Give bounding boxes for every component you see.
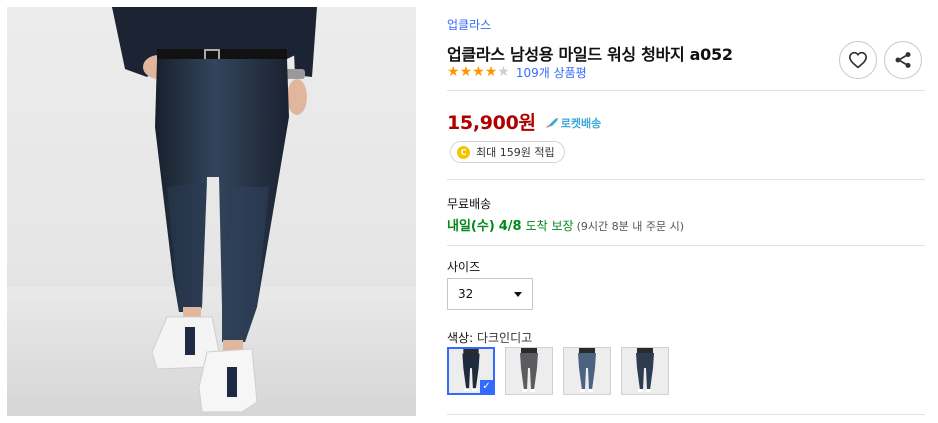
rating-stars: ★ ★ ★ ★ ★ (447, 65, 510, 79)
price-row: 15,900원 로켓배송 (447, 108, 601, 135)
star-icon: ★ (472, 64, 485, 80)
divider (447, 414, 925, 415)
delivery-day: 내일(수) (447, 219, 495, 234)
delivery-date: 4/8 (498, 219, 522, 234)
color-swatch[interactable]: ✓ (447, 347, 495, 395)
heart-icon (848, 51, 868, 69)
rocket-delivery-badge: 로켓배송 (545, 115, 601, 131)
star-icon: ★ (459, 64, 473, 80)
color-value: 다크인디고 (476, 331, 533, 345)
delivery-guarantee: 도착 보장 (525, 219, 574, 233)
size-select[interactable]: 32 (447, 278, 533, 310)
color-swatch[interactable] (563, 347, 611, 395)
color-swatch[interactable] (621, 347, 669, 395)
swatch-thumbnail (564, 348, 610, 394)
color-swatch[interactable] (505, 347, 553, 395)
check-icon: ✓ (480, 380, 493, 393)
review-count-link[interactable]: 109개 상품평 (516, 64, 587, 81)
rocket-icon (545, 118, 558, 128)
coin-icon: C (457, 145, 470, 159)
product-main-image[interactable] (7, 7, 416, 416)
color-label: 색상: 다크인디고 (447, 329, 532, 346)
divider (447, 179, 925, 180)
rocket-label: 로켓배송 (560, 117, 602, 130)
share-button[interactable] (884, 41, 922, 79)
product-info-panel: 업클라스 업클라스 남성용 마일드 워싱 청바지 a052 ★ ★ ★ ★ ★ 109개… (447, 0, 927, 423)
delivery-estimate: 내일(수) 4/8 도착 보장 (9시간 8분 내 주문 시) (447, 215, 684, 234)
star-icon: ★ (484, 64, 498, 80)
delivery-condition: (9시간 8분 내 주문 시) (576, 220, 684, 233)
color-swatches: ✓ (447, 347, 679, 395)
price: 15,900원 (447, 112, 536, 134)
wishlist-button[interactable] (839, 41, 877, 79)
size-value: 32 (458, 287, 474, 301)
star-icon: ★ (447, 64, 460, 80)
divider (447, 90, 925, 91)
product-title: 업클라스 남성용 마일드 워싱 청바지 a052 (447, 45, 733, 64)
swatch-thumbnail (622, 348, 668, 394)
swatch-thumbnail (506, 348, 552, 394)
rating[interactable]: ★ ★ ★ ★ ★ 109개 상품평 (447, 64, 587, 80)
star-icon: ★ (497, 64, 510, 80)
caret-down-icon (514, 291, 522, 297)
brand-link[interactable]: 업클라스 (447, 16, 491, 33)
share-icon (895, 52, 911, 68)
size-label: 사이즈 (447, 260, 481, 274)
shipping-label: 무료배송 (447, 197, 492, 211)
color-label-text: 색상: (447, 331, 474, 345)
divider (447, 245, 925, 246)
reward-badge: C 최대 159원 적립 (450, 141, 565, 163)
reward-text: 최대 159원 적립 (476, 146, 555, 159)
